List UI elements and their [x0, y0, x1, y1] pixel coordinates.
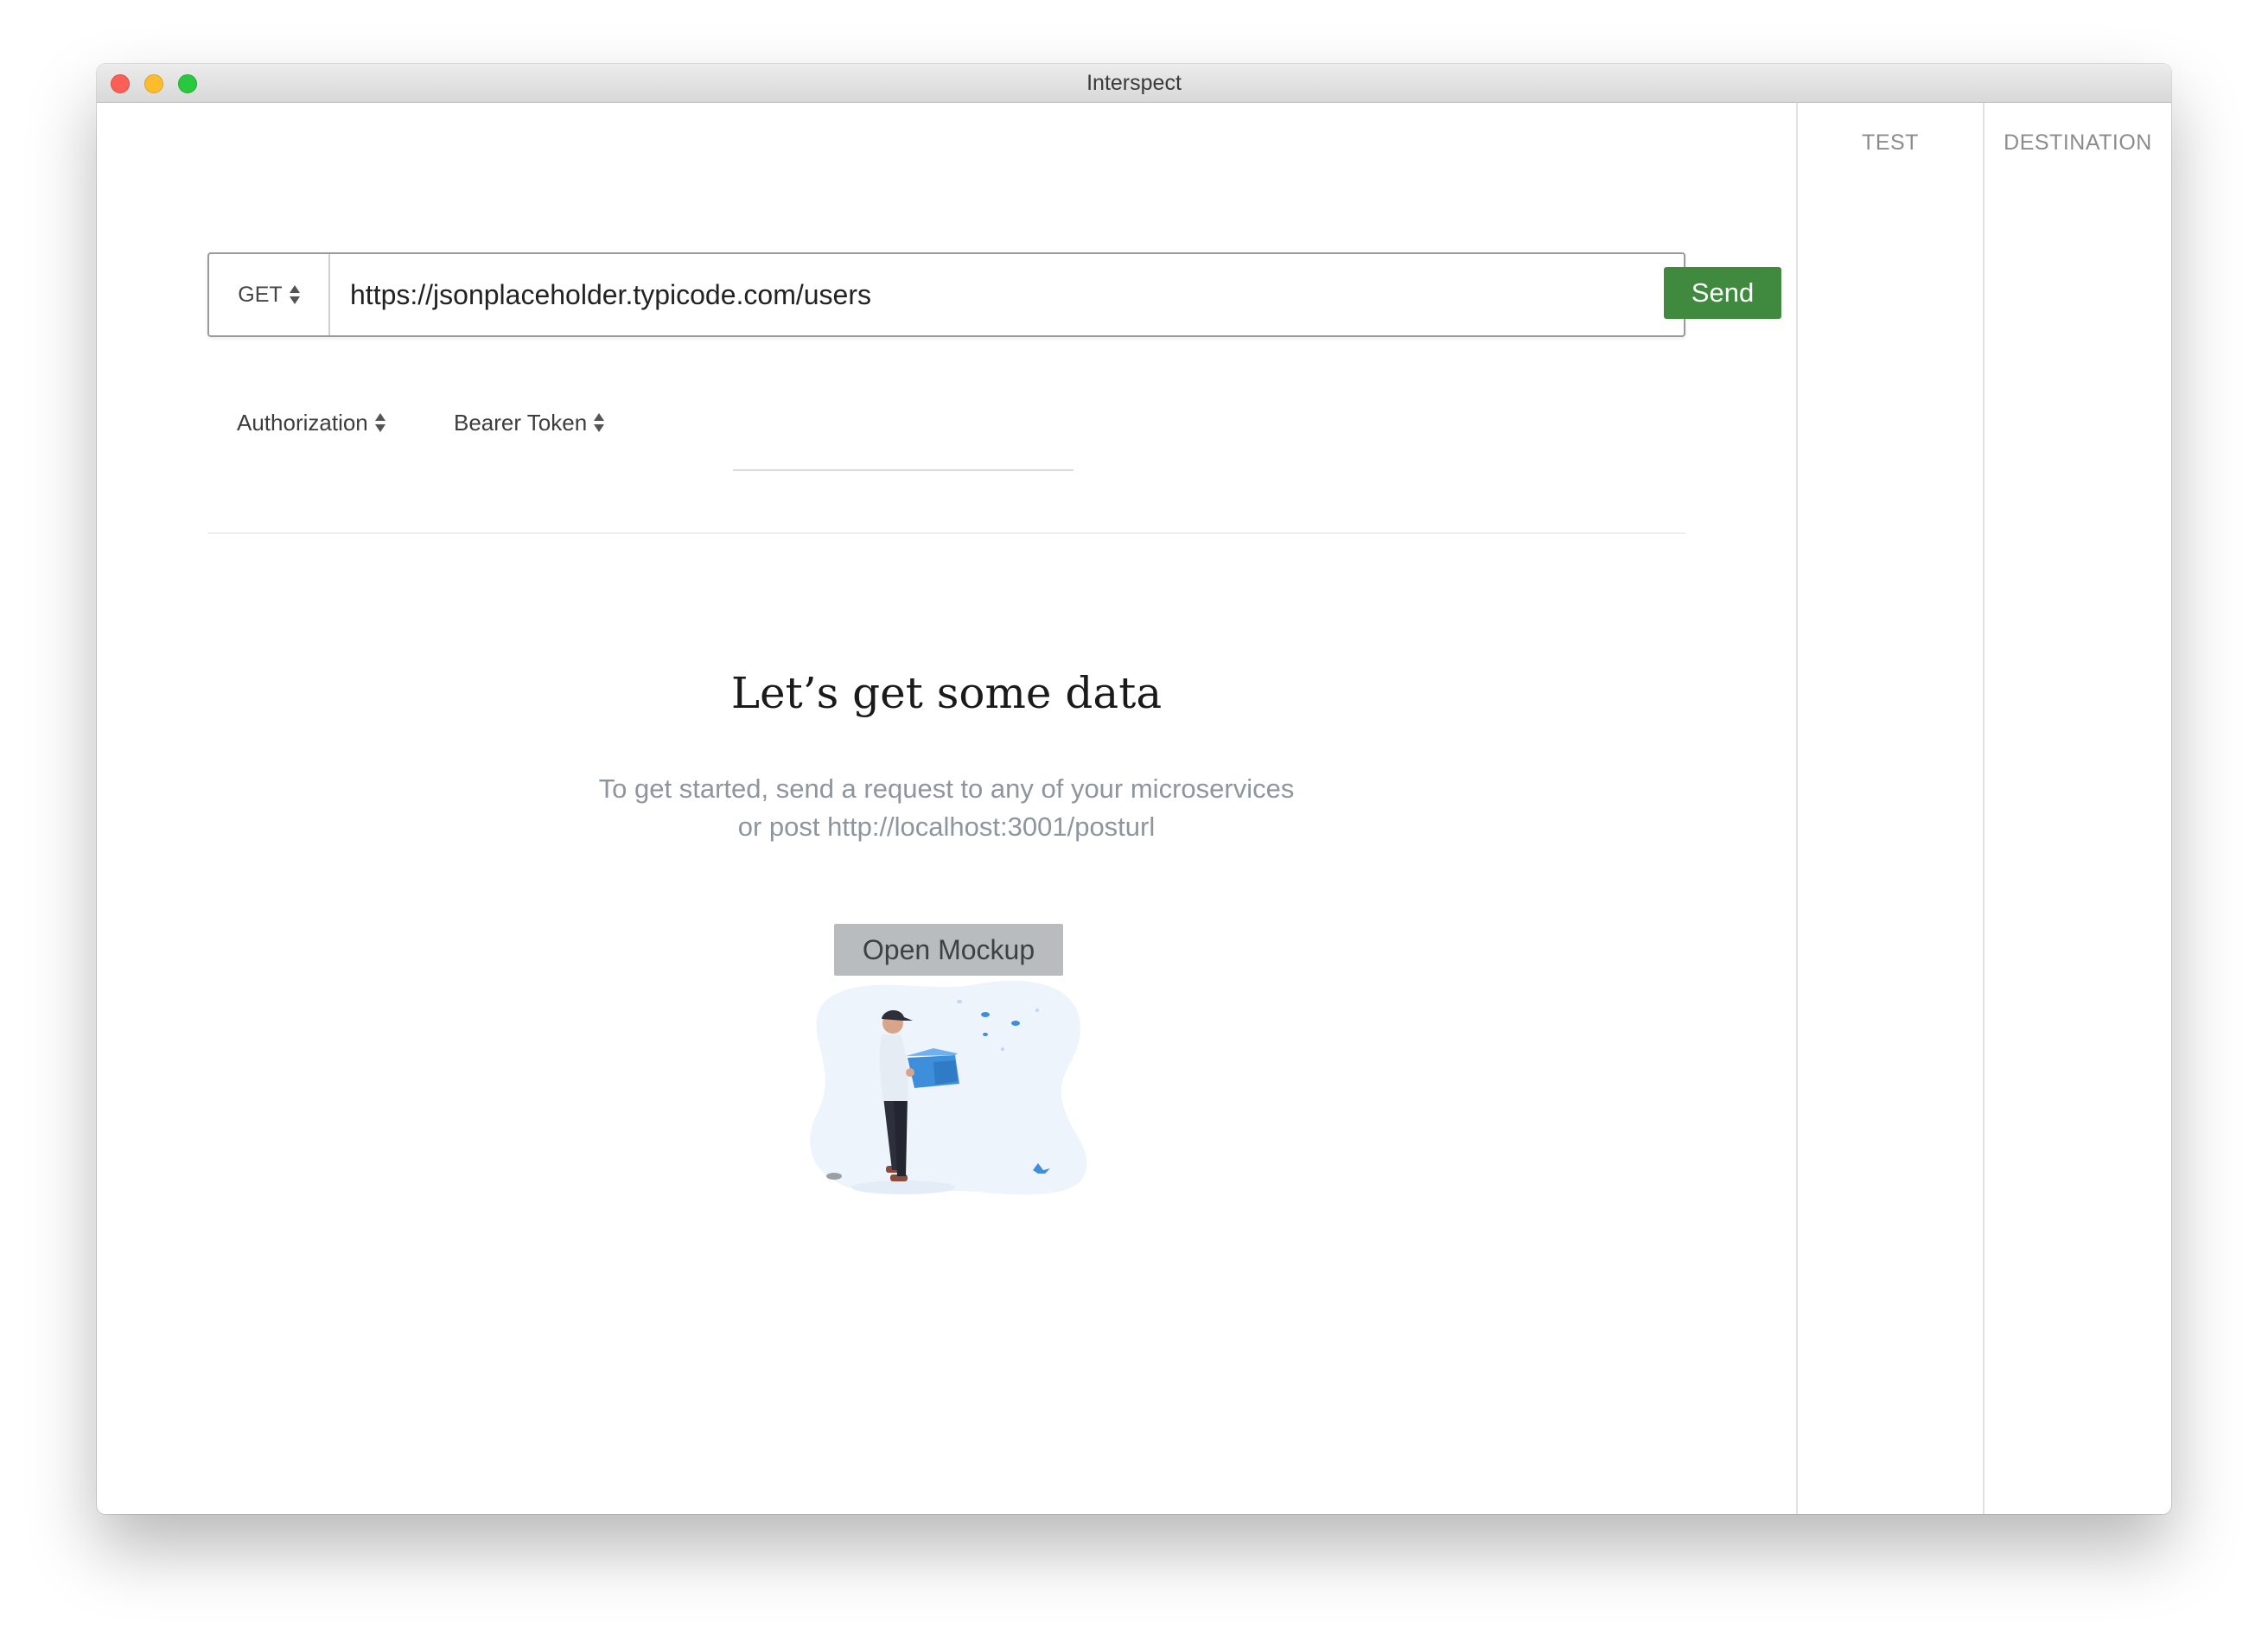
- method-label: GET: [238, 282, 283, 307]
- method-select[interactable]: GET: [209, 254, 330, 335]
- title-bar[interactable]: Interspect: [97, 64, 2171, 103]
- empty-state-title: Let’s get some data: [730, 668, 1163, 718]
- request-bar: GET Send: [207, 252, 1781, 337]
- test-column: TEST: [1796, 103, 1983, 1514]
- main-content: GET Send Authorization Bearer Token Let’…: [97, 103, 2171, 1514]
- token-type-select[interactable]: Bearer Token: [454, 397, 605, 449]
- app-window: Interspect GET Send Authorization Bearer…: [97, 64, 2171, 1514]
- window-title: Interspect: [1086, 71, 1182, 95]
- section-divider: [207, 532, 1685, 534]
- auth-type-select[interactable]: Authorization: [237, 397, 385, 449]
- destination-column: DESTINATION: [1983, 103, 2171, 1514]
- destination-column-label: DESTINATION: [2004, 130, 2152, 155]
- up-down-arrows-icon: [374, 412, 385, 433]
- send-button[interactable]: Send: [1664, 267, 1781, 319]
- up-down-arrows-icon: [594, 412, 605, 433]
- open-mockup-button[interactable]: Open Mockup: [834, 924, 1063, 976]
- empty-state-subtitle: To get started, send a request to any of…: [209, 770, 1684, 846]
- token-type-label: Bearer Token: [454, 409, 588, 436]
- person-with-box-illustration: [810, 980, 1087, 1195]
- subtitle-line-2: or post http://localhost:3001/posturl: [737, 811, 1156, 842]
- token-input[interactable]: [733, 424, 1073, 471]
- test-column-label: TEST: [1862, 130, 1919, 155]
- auth-type-label: Authorization: [237, 409, 368, 436]
- up-down-arrows-icon: [289, 284, 300, 305]
- url-input[interactable]: [350, 271, 1500, 318]
- subtitle-line-1: To get started, send a request to any of…: [598, 773, 1295, 804]
